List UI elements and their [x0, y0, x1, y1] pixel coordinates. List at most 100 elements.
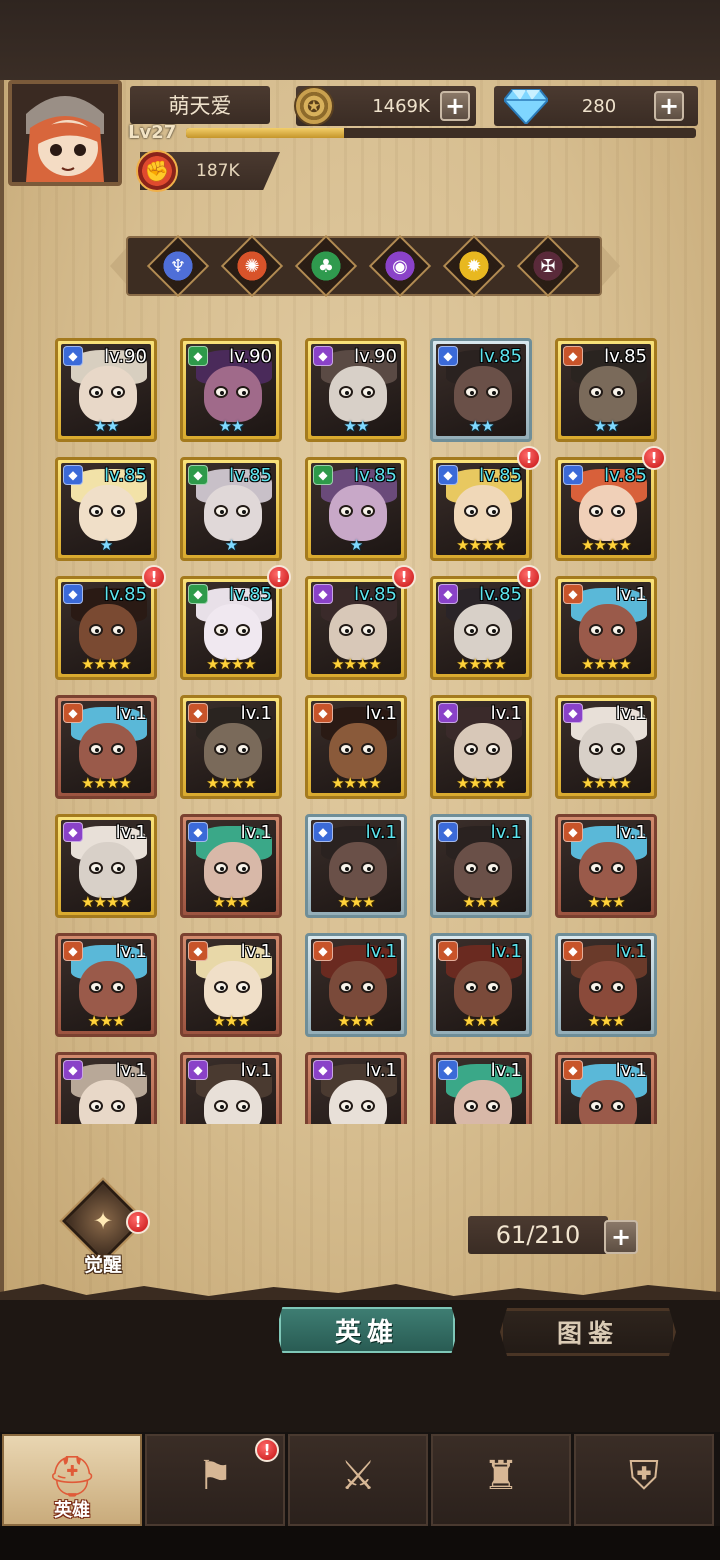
hero-eye — [464, 981, 478, 993]
faction-filter-sun[interactable]: ✹ — [445, 237, 503, 295]
hero-face — [579, 842, 637, 898]
nav-item-guild-shield[interactable]: ⛨ — [574, 1434, 714, 1526]
hero-face — [204, 1080, 262, 1124]
hero-card[interactable]: ◆ lv.85 ★ — [180, 457, 282, 561]
hero-card[interactable]: ◆ lv.85 ★★ — [430, 338, 532, 442]
hero-card[interactable]: ◆ lv.1 ★★★ — [180, 933, 282, 1037]
hero-level: lv.1 — [365, 941, 397, 962]
hero-stars: ★★ — [93, 417, 120, 435]
hero-card[interactable]: ◆ lv.85 ★ — [305, 457, 407, 561]
hero-class-icon: ◆ — [188, 465, 208, 485]
hero-class-icon: ◆ — [188, 584, 208, 604]
hero-card[interactable]: ◆ lv.85 ★★★★! — [180, 565, 291, 680]
hero-card[interactable]: ◆ lv.1 ★★★ — [555, 814, 657, 918]
hero-card[interactable]: ◆ lv.1 ★★★★ — [55, 814, 157, 918]
hero-card[interactable]: ◆ lv.1 — [430, 1052, 532, 1124]
hero-card[interactable]: ◆ lv.1 ★★★★ — [430, 695, 532, 799]
hero-card[interactable]: ◆ lv.1 ★★★ — [305, 933, 407, 1037]
hero-level: lv.1 — [365, 703, 397, 724]
hero-stars: ★★★ — [212, 1012, 250, 1030]
hero-card[interactable]: ◆ lv.85 ★★★★! — [555, 446, 666, 561]
hero-face — [79, 366, 137, 422]
hero-eye — [89, 981, 103, 993]
filter-right-arrow[interactable] — [602, 246, 620, 286]
tab-heroes[interactable]: 英雄 — [276, 1304, 458, 1356]
hero-level: lv.85 — [479, 465, 522, 486]
hero-level: lv.1 — [615, 1060, 647, 1081]
add-gems-button[interactable]: + — [654, 91, 684, 121]
hero-card[interactable]: ◆ lv.90 ★★ — [180, 338, 282, 442]
nav-item-battle-flag[interactable]: ⚑! — [145, 1434, 285, 1526]
hero-level: lv.90 — [229, 346, 272, 367]
hero-portrait: ◆ lv.1 — [311, 1058, 401, 1124]
hero-portrait: ◆ lv.1 ★★★★ — [61, 820, 151, 912]
tab-codex[interactable]: 图鉴 — [500, 1308, 676, 1356]
hero-portrait: ◆ lv.85 ★ — [186, 463, 276, 555]
hero-face — [329, 723, 387, 779]
hero-card[interactable]: ◆ lv.85 ★★★★! — [430, 565, 541, 680]
faction-filter-fire[interactable]: ✺ — [223, 237, 281, 295]
hero-eye — [361, 862, 375, 874]
faction-filter-shadow[interactable]: ✠ — [519, 237, 577, 295]
faction-filter-nature[interactable]: ♣ — [297, 237, 355, 295]
hero-eye — [339, 505, 353, 517]
hero-eye — [589, 862, 603, 874]
hero-eye — [339, 624, 353, 636]
hero-eye — [214, 505, 228, 517]
hero-level: lv.1 — [615, 584, 647, 605]
hero-card[interactable]: ◆ lv.1 ★★★★ — [555, 576, 657, 680]
hero-face — [79, 842, 137, 898]
add-gold-button[interactable]: + — [440, 91, 470, 121]
faction-filter-light[interactable]: ♆ — [149, 237, 207, 295]
nav-item-castle[interactable]: ♜ — [431, 1434, 571, 1526]
hero-card[interactable]: ◆ lv.85 ★★★★! — [55, 565, 166, 680]
hero-card[interactable]: ◆ lv.85 ★ — [55, 457, 157, 561]
hero-level: lv.1 — [365, 1060, 397, 1081]
hero-level: lv.1 — [490, 703, 522, 724]
hero-card[interactable]: ◆ lv.1 — [305, 1052, 407, 1124]
hero-card[interactable]: ◆ lv.85 ★★★★! — [430, 446, 541, 561]
hero-card[interactable]: ◆ lv.1 ★★★ — [555, 933, 657, 1037]
hero-eye — [89, 1100, 103, 1112]
hero-face — [204, 366, 262, 422]
hero-card[interactable]: ◆ lv.1 ★★★ — [430, 814, 532, 918]
hero-portrait: ◆ lv.90 ★★ — [311, 344, 401, 436]
hero-card[interactable]: ◆ lv.1 — [555, 1052, 657, 1124]
hero-level: lv.1 — [615, 703, 647, 724]
hero-stars: ★ — [99, 536, 113, 554]
hero-portrait: ◆ lv.1 ★★★ — [311, 820, 401, 912]
hero-level: lv.1 — [615, 941, 647, 962]
hero-class-icon: ◆ — [63, 584, 83, 604]
hero-stars: ★★★★ — [456, 655, 507, 673]
hero-card[interactable]: ◆ lv.1 — [180, 1052, 282, 1124]
hero-class-icon: ◆ — [313, 703, 333, 723]
hero-level: lv.1 — [615, 822, 647, 843]
hero-card[interactable]: ◆ lv.1 ★★★ — [305, 814, 407, 918]
hero-card[interactable]: ◆ lv.85 ★★ — [555, 338, 657, 442]
hero-portrait: ◆ lv.1 ★★★ — [436, 939, 526, 1031]
awaken-button[interactable]: ✦ 觉醒 ! — [60, 1179, 150, 1278]
hero-stars: ★★★★ — [331, 655, 382, 673]
nav-alert-badge: ! — [255, 1438, 279, 1462]
player-level: Lv27 — [128, 122, 177, 143]
nav-item-crossed-swords[interactable]: ⚔ — [288, 1434, 428, 1526]
hero-card[interactable]: ◆ lv.1 ★★★★ — [55, 695, 157, 799]
hero-card[interactable]: ◆ lv.1 ★★★ — [430, 933, 532, 1037]
hero-card[interactable]: ◆ lv.90 ★★ — [55, 338, 157, 442]
hero-card[interactable]: ◆ lv.85 ★★★★! — [305, 565, 416, 680]
hero-eye — [486, 981, 500, 993]
hero-face — [579, 485, 637, 541]
hero-card[interactable]: ◆ lv.1 ★★★ — [55, 933, 157, 1037]
hero-card[interactable]: ◆ lv.90 ★★ — [305, 338, 407, 442]
hero-card[interactable]: ◆ lv.1 ★★★★ — [555, 695, 657, 799]
hero-stars: ★★★★ — [206, 774, 257, 792]
faction-filter-arcane[interactable]: ◉ — [371, 237, 429, 295]
player-avatar[interactable] — [8, 80, 122, 186]
hero-card[interactable]: ◆ lv.1 — [55, 1052, 157, 1124]
hero-card[interactable]: ◆ lv.1 ★★★ — [180, 814, 282, 918]
hero-card[interactable]: ◆ lv.1 ★★★★ — [180, 695, 282, 799]
expand-slots-button[interactable]: + — [604, 1220, 638, 1254]
fire-faction-icon: ✺ — [244, 255, 260, 277]
nav-item-helmet[interactable]: ⛑ 英雄 — [2, 1434, 142, 1526]
hero-card[interactable]: ◆ lv.1 ★★★★ — [305, 695, 407, 799]
